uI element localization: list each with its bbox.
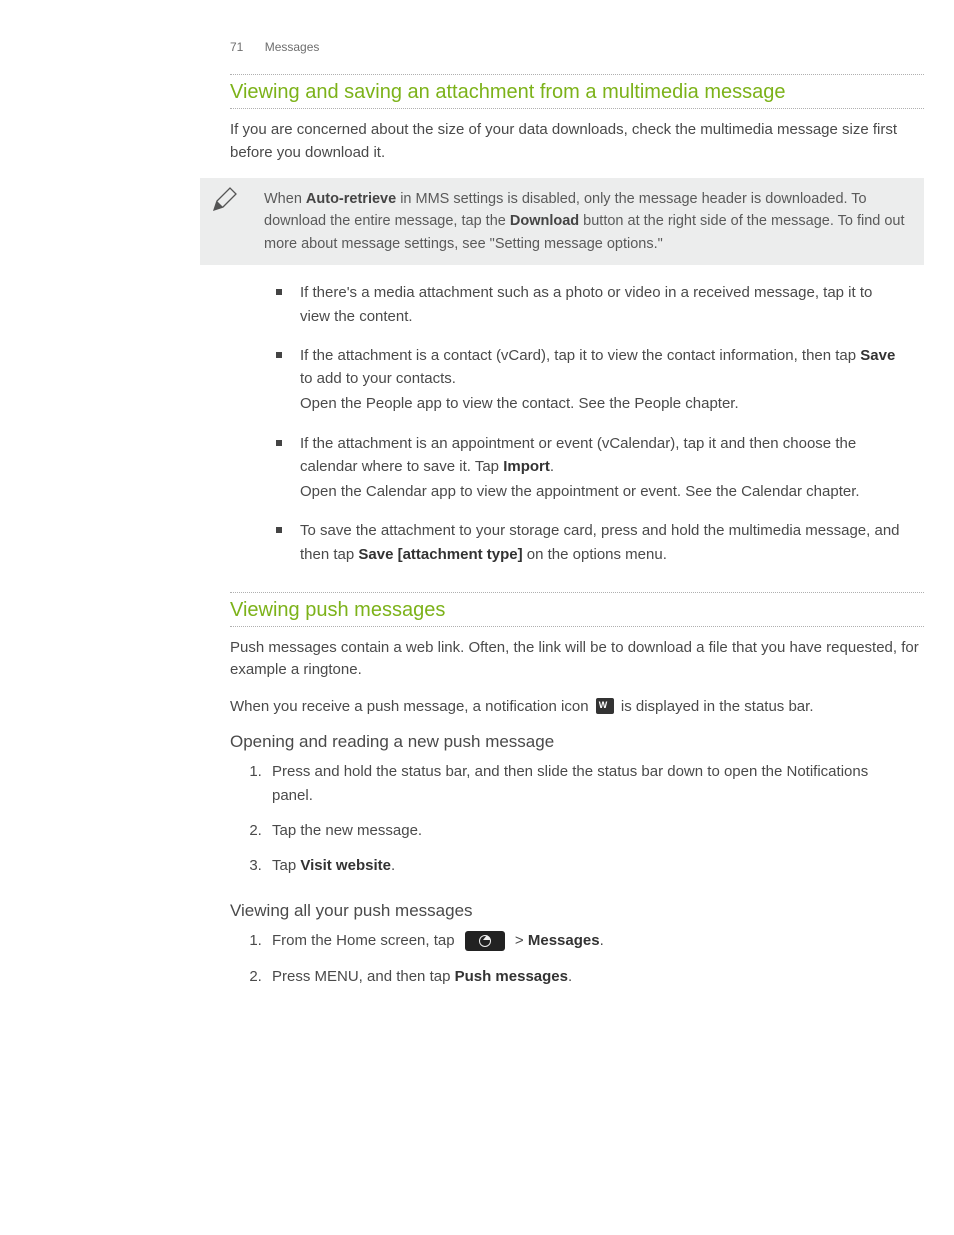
list-item: If the attachment is an appointment or e… — [276, 432, 924, 520]
all-apps-icon — [465, 931, 505, 951]
note-text: When Auto-retrieve in MMS settings is di… — [264, 191, 905, 252]
push-intro: Push messages contain a web link. Often,… — [230, 637, 924, 682]
page-number: 71 — [230, 40, 243, 54]
list-item: Press and hold the status bar, and then … — [266, 758, 924, 817]
bullet-list: If there's a media attachment such as a … — [276, 281, 924, 582]
wap-push-icon — [596, 698, 614, 714]
list-item: From the Home screen, tap > Messages. — [266, 927, 924, 962]
push-icon-line: When you receive a push message, a notif… — [230, 696, 924, 719]
header-section: Messages — [265, 40, 320, 54]
steps-list: Press and hold the status bar, and then … — [266, 758, 924, 887]
list-item: Tap Visit website. — [266, 852, 924, 887]
list-item: If the attachment is a contact (vCard), … — [276, 344, 924, 432]
section-title-push: Viewing push messages — [230, 599, 445, 622]
subheading-view-all-push: Viewing all your push messages — [230, 901, 924, 921]
list-item: To save the attachment to your storage c… — [276, 519, 924, 582]
divider — [230, 74, 924, 75]
note-box: When Auto-retrieve in MMS settings is di… — [200, 178, 924, 265]
intro-text: If you are concerned about the size of y… — [230, 119, 924, 164]
list-item: If there's a media attachment such as a … — [276, 281, 924, 344]
subheading-open-push: Opening and reading a new push message — [230, 732, 924, 752]
list-item: Tap the new message. — [266, 817, 924, 852]
steps-list: From the Home screen, tap > Messages. Pr… — [266, 927, 924, 998]
list-item: Press MENU, and then tap Push messages. — [266, 963, 924, 998]
section-title-attachment: Viewing and saving an attachment from a … — [230, 81, 924, 104]
page-header: 71 Messages — [230, 40, 924, 54]
divider — [230, 108, 924, 109]
pencil-icon — [210, 186, 238, 221]
divider — [230, 626, 924, 627]
document-page: 71 Messages Viewing and saving an attach… — [0, 0, 954, 1048]
